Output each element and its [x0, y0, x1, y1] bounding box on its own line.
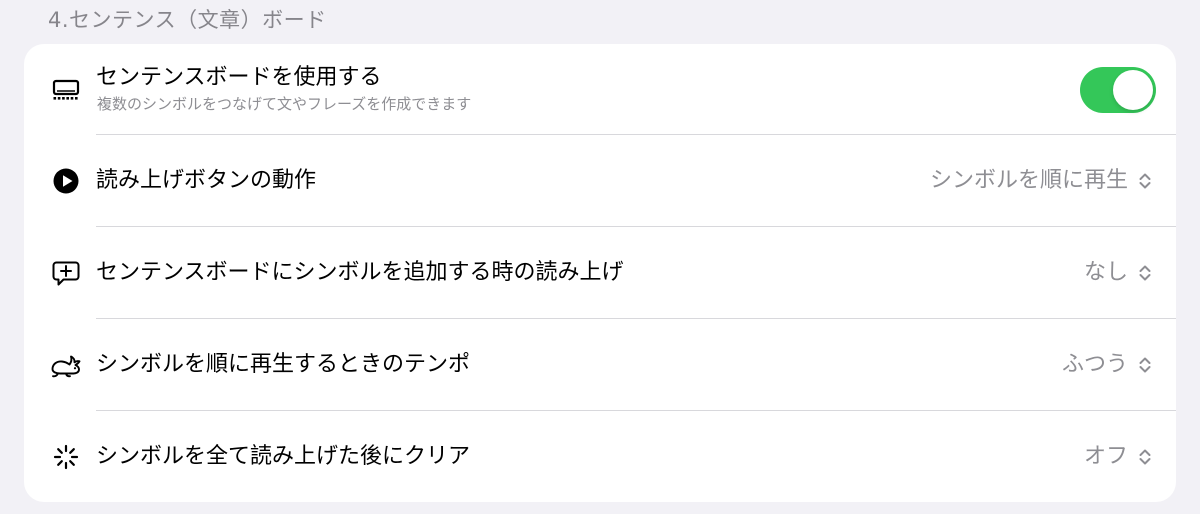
setting-title: センテンスボードにシンボルを追加する時の読み上げ — [96, 260, 624, 285]
setting-title: センテンスボードを使用する — [96, 65, 382, 90]
setting-row-add-symbol-speech[interactable]: センテンスボードにシンボルを追加する時の読み上げ なし — [24, 227, 1176, 319]
speech-bubble-plus-icon — [48, 255, 84, 291]
use-sentence-board-toggle[interactable] — [1080, 67, 1156, 113]
chevron-up-down-icon — [1138, 447, 1152, 467]
setting-subtitle: 複数のシンボルをつなげて文やフレーズを作成できます — [97, 95, 472, 113]
settings-card: センテンスボードを使用する 複数のシンボルをつなげて文やフレーズを作成できます … — [24, 44, 1176, 502]
popup-value: ふつう — [1061, 352, 1128, 377]
add-symbol-speech-popup[interactable]: なし — [1084, 258, 1152, 288]
toggle-knob — [1113, 70, 1153, 110]
popup-value: オフ — [1083, 443, 1128, 469]
setting-row-use-sentence-board: センテンスボードを使用する 複数のシンボルをつなげて文やフレーズを作成できます — [24, 44, 1176, 135]
setting-title: シンボルを順に再生するときのテンポ — [96, 352, 471, 377]
setting-row-read-button-action[interactable]: 読み上げボタンの動作 シンボルを順に再生 — [24, 135, 1176, 227]
play-circle-icon — [48, 163, 84, 199]
read-button-action-popup[interactable]: シンボルを順に再生 — [930, 166, 1152, 196]
chevron-up-down-icon — [1138, 263, 1152, 283]
clear-after-read-popup[interactable]: オフ — [1084, 442, 1152, 472]
popup-value: なし — [1083, 260, 1128, 285]
chevron-up-down-icon — [1138, 171, 1152, 191]
setting-title: シンボルを全て読み上げた後にクリア — [96, 443, 471, 469]
spinner-icon — [48, 439, 84, 475]
setting-row-playback-tempo[interactable]: シンボルを順に再生するときのテンポ ふつう — [24, 319, 1176, 411]
keyboard-icon — [48, 72, 84, 108]
playback-tempo-popup[interactable]: ふつう — [1062, 350, 1152, 380]
setting-row-clear-after-read[interactable]: シンボルを全て読み上げた後にクリア オフ — [24, 411, 1176, 502]
popup-value: シンボルを順に再生 — [929, 168, 1128, 193]
rabbit-icon — [48, 347, 84, 383]
chevron-up-down-icon — [1138, 355, 1152, 375]
setting-title: 読み上げボタンの動作 — [96, 168, 317, 193]
section-header: 4.センテンス（文章）ボード — [48, 8, 327, 32]
